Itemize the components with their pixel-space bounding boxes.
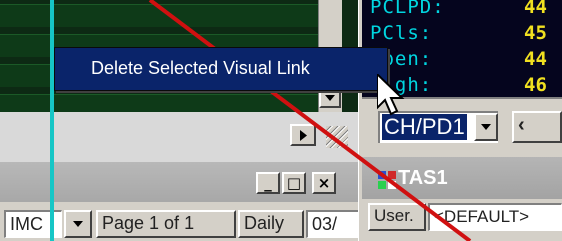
screen: _ □ × IMC Page 1 of 1 Daily 03/ PCLPD: 4… <box>0 0 562 241</box>
delete-visual-link-menu-item[interactable]: Delete Selected Visual Link <box>91 58 310 79</box>
mouse-cursor-icon <box>377 74 405 116</box>
visual-link-overlay <box>50 0 472 241</box>
context-menu: Delete Selected Visual Link <box>54 47 388 91</box>
selected-visual-link-line[interactable] <box>148 0 472 241</box>
